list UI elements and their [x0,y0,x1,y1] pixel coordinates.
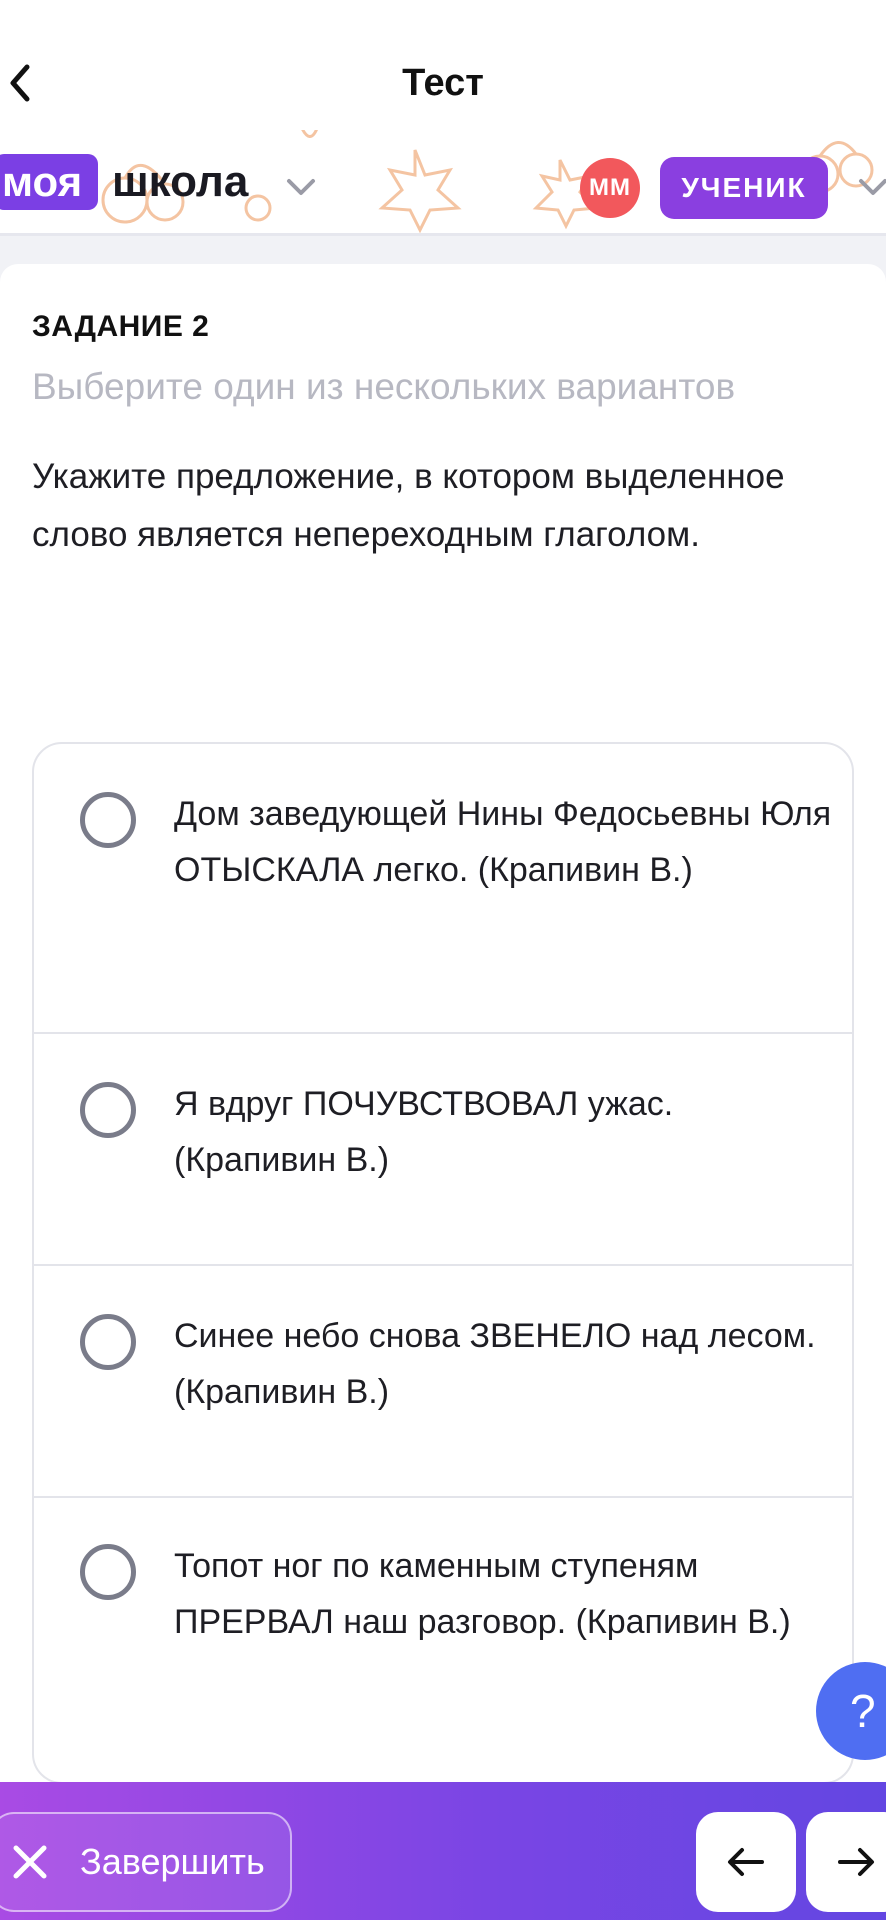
help-icon: ? [850,1685,876,1737]
radio-button[interactable] [80,1544,136,1600]
answer-option-text: Дом заведующей Нины Федосьевны Юля ОТЫСК… [174,795,832,889]
answer-option[interactable]: Топот ног по каменным ступеням ПРЕРВАЛ н… [34,1498,852,1782]
radio-button[interactable] [80,792,136,848]
arrow-left-icon [728,1848,764,1876]
answer-options: Дом заведующей Нины Федосьевны Юля ОТЫСК… [32,742,854,1784]
answer-option-text: Я вдруг ПОЧУВСТВОВАЛ ужас. (Крапивин В.) [174,1085,674,1179]
page-title: Тест [402,62,484,104]
logo-badge: моя [0,154,99,210]
answer-option[interactable]: Дом заведующей Нины Федосьевны Юля ОТЫСК… [34,744,852,1034]
task-question: Укажите предложение, в котором выделенно… [32,457,785,554]
role-badge[interactable]: УЧЕНИК [660,157,828,219]
answer-option[interactable]: Я вдруг ПОЧУВСТВОВАЛ ужас. (Крапивин В.) [34,1034,852,1266]
bottom-bar: Завершить [0,1782,886,1920]
arrow-right-icon [838,1848,874,1876]
chevron-down-icon[interactable] [856,170,886,204]
radio-button[interactable] [80,1314,136,1370]
school-header: моя школа ММ УЧЕНИК [0,130,886,236]
top-bar: Тест [0,0,886,140]
answer-option[interactable]: Синее небо снова ЗВЕНЕЛО над лесом. (Кра… [34,1266,852,1498]
next-button[interactable] [806,1812,886,1912]
finish-label: Завершить [80,1841,265,1882]
radio-button[interactable] [80,1082,136,1138]
avatar[interactable]: ММ [580,158,640,218]
chevron-down-icon[interactable] [284,170,318,204]
task-card: ЗАДАНИЕ 2 Выберите один из нескольких ва… [0,264,886,1784]
task-hint: Выберите один из нескольких вариантов [32,366,736,407]
task-number: ЗАДАНИЕ 2 [32,310,210,343]
previous-button[interactable] [696,1812,796,1912]
logo-text: школа [112,157,249,206]
close-icon [13,1845,47,1879]
finish-button[interactable]: Завершить [0,1812,292,1912]
answer-option-text: Топот ног по каменным ступеням ПРЕРВАЛ н… [174,1547,791,1641]
answer-option-text: Синее небо снова ЗВЕНЕЛО над лесом. (Кра… [174,1317,816,1411]
